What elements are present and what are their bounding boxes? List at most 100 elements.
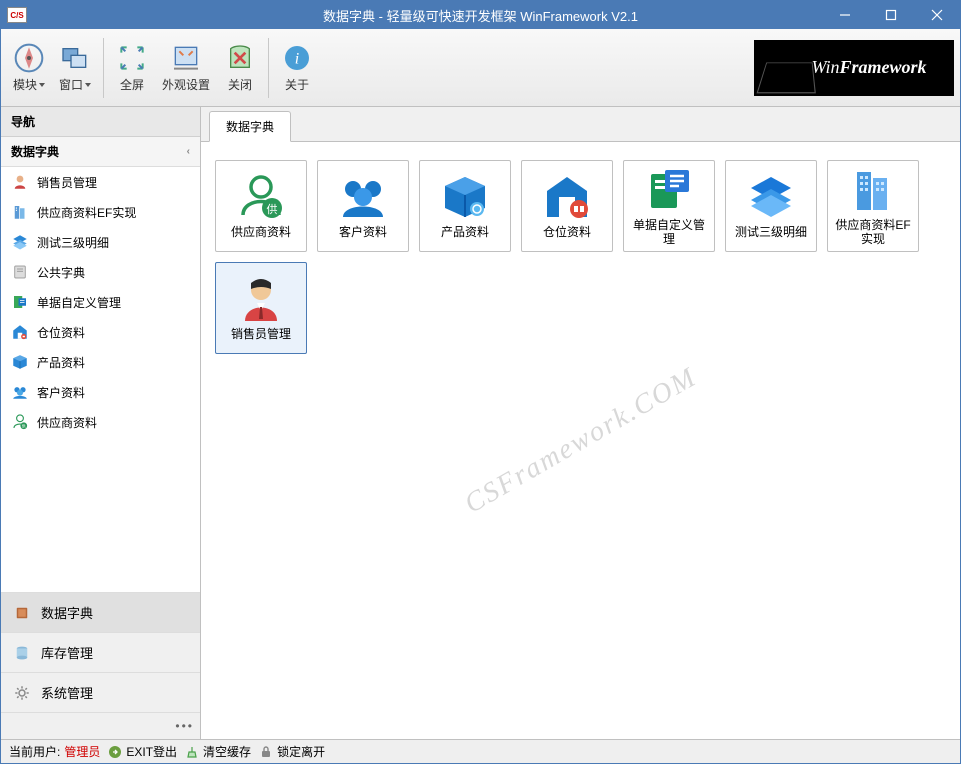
appearance-icon <box>170 42 202 74</box>
sidebar-module-label: 数据字典 <box>41 603 93 622</box>
about-icon: i <box>281 42 313 74</box>
tile-item[interactable]: 客户资料 <box>317 160 409 252</box>
window-title: 数据字典 - 轻量级可快速开发框架 WinFramework V2.1 <box>323 6 638 25</box>
tile-label: 单据自定义管理 <box>628 218 710 247</box>
sidebar-item[interactable]: 单据自定义管理 <box>1 287 200 317</box>
ribbon-btn-fullscreen[interactable]: 全屏 <box>110 38 154 97</box>
sidebar-module-db[interactable]: 库存管理 <box>1 632 200 672</box>
tile-item[interactable]: 产品资料 <box>419 160 511 252</box>
brand-logo: WinFramework <box>754 40 954 96</box>
ribbon-label: 关于 <box>285 76 309 93</box>
sidebar-item-label: 销售员管理 <box>37 174 97 191</box>
sidebar-item[interactable]: 客户资料 <box>1 377 200 407</box>
sidebar-item-label: 单据自定义管理 <box>37 294 121 311</box>
tile-item[interactable]: 单据自定义管理 <box>623 160 715 252</box>
lock-icon <box>259 745 273 759</box>
tile-label: 供应商资料 <box>231 225 291 239</box>
tile-label: 仓位资料 <box>543 225 591 239</box>
status-exit-button[interactable]: EXIT登出 <box>108 743 177 760</box>
supplier-lg-icon: 供 <box>237 173 285 221</box>
sidebar-module-label: 库存管理 <box>41 643 93 662</box>
sidebar-item[interactable]: 供应商资料EF实现 <box>1 197 200 227</box>
status-clear-label: 清空缓存 <box>203 743 251 760</box>
status-clear-button[interactable]: 清空缓存 <box>185 743 251 760</box>
sidebar-item-label: 测试三级明细 <box>37 234 109 251</box>
building-icon <box>11 203 29 221</box>
content-body: CSFramework.COM 供供应商资料客户资料产品资料仓位资料单据自定义管… <box>201 142 960 739</box>
svg-text:供: 供 <box>267 202 278 216</box>
supplier-icon: 供 <box>11 413 29 431</box>
main-area: 导航 数据字典 ‹ 销售员管理供应商资料EF实现测试三级明细公共字典单据自定义管… <box>1 107 960 739</box>
person-lg-icon <box>237 275 285 323</box>
person-icon <box>11 173 29 191</box>
tile-label: 销售员管理 <box>231 327 291 341</box>
svg-text:i: i <box>295 50 299 67</box>
status-lock-button[interactable]: 锁定离开 <box>259 743 325 760</box>
status-lock-label: 锁定离开 <box>277 743 325 760</box>
ribbon-label: 窗口 <box>59 76 91 93</box>
sidebar-item-label: 客户资料 <box>37 384 85 401</box>
gear-icon <box>13 684 31 702</box>
status-exit-label: EXIT登出 <box>126 743 177 760</box>
content-area: 数据字典 CSFramework.COM 供供应商资料客户资料产品资料仓位资料单… <box>201 107 960 739</box>
group-icon <box>11 383 29 401</box>
sidebar-item-label: 产品资料 <box>37 354 85 371</box>
ribbon-label: 模块 <box>13 76 45 93</box>
sidebar-item[interactable]: 销售员管理 <box>1 167 200 197</box>
sidebar-item[interactable]: 测试三级明细 <box>1 227 200 257</box>
ribbon-btn-about[interactable]: i 关于 <box>275 38 319 97</box>
sidebar-header-label: 导航 <box>11 113 35 130</box>
chevron-left-icon: ‹ <box>187 146 190 157</box>
windows-icon <box>59 42 91 74</box>
sidebar-item[interactable]: 公共字典 <box>1 257 200 287</box>
tile-label: 客户资料 <box>339 225 387 239</box>
layers-icon <box>11 233 29 251</box>
ribbon-btn-windows[interactable]: 窗口 <box>53 38 97 97</box>
tile-item[interactable]: 销售员管理 <box>215 262 307 354</box>
chevron-down-icon <box>85 83 91 87</box>
svg-text:供: 供 <box>22 423 26 428</box>
sidebar-module-label: 系统管理 <box>41 683 93 702</box>
ribbon-btn-appearance[interactable]: 外观设置 <box>156 38 216 97</box>
form-icon <box>11 293 29 311</box>
warehouse-lg-icon <box>543 173 591 221</box>
close-doc-icon <box>224 42 256 74</box>
box-lg-icon <box>441 173 489 221</box>
sidebar-item[interactable]: 产品资料 <box>1 347 200 377</box>
layers-lg-icon <box>747 173 795 221</box>
sidebar-overflow-button[interactable]: ••• <box>1 712 200 739</box>
sidebar-item-label: 仓位资料 <box>37 324 85 341</box>
maximize-button[interactable] <box>868 1 914 29</box>
tile-item[interactable]: 仓位资料 <box>521 160 613 252</box>
status-user: 当前用户: 管理员 <box>9 743 100 760</box>
sidebar-item[interactable]: 仓位资料 <box>1 317 200 347</box>
watermark: CSFramework.COM <box>459 361 702 520</box>
sidebar-item[interactable]: 供供应商资料 <box>1 407 200 437</box>
sidebar-module-gear[interactable]: 系统管理 <box>1 672 200 712</box>
tab-bar: 数据字典 <box>201 107 960 142</box>
tile-label: 产品资料 <box>441 225 489 239</box>
minimize-button[interactable] <box>822 1 868 29</box>
tile-item[interactable]: 测试三级明细 <box>725 160 817 252</box>
ribbon-btn-close-doc[interactable]: 关闭 <box>218 38 262 97</box>
group-lg-icon <box>339 173 387 221</box>
close-button[interactable] <box>914 1 960 29</box>
ribbon-separator <box>268 38 269 98</box>
chevron-down-icon <box>39 83 45 87</box>
ribbon-separator <box>103 38 104 98</box>
ribbon-label: 外观设置 <box>162 76 210 93</box>
box-icon <box>11 353 29 371</box>
tile-item[interactable]: 供应商资料EF实现 <box>827 160 919 252</box>
sidebar-item-label: 供应商资料EF实现 <box>37 204 136 221</box>
ribbon-btn-compass[interactable]: 模块 <box>7 38 51 97</box>
sidebar: 导航 数据字典 ‹ 销售员管理供应商资料EF实现测试三级明细公共字典单据自定义管… <box>1 107 201 739</box>
broom-icon <box>185 745 199 759</box>
sidebar-module-book[interactable]: 数据字典 <box>1 592 200 632</box>
status-user-label: 当前用户: <box>9 743 60 760</box>
sidebar-group-label: 数据字典 <box>11 143 59 160</box>
tile-item[interactable]: 供供应商资料 <box>215 160 307 252</box>
tab-data-dictionary[interactable]: 数据字典 <box>209 111 291 142</box>
sidebar-group-header[interactable]: 数据字典 ‹ <box>1 137 200 167</box>
exit-icon <box>108 745 122 759</box>
tile-label: 供应商资料EF实现 <box>832 218 914 247</box>
